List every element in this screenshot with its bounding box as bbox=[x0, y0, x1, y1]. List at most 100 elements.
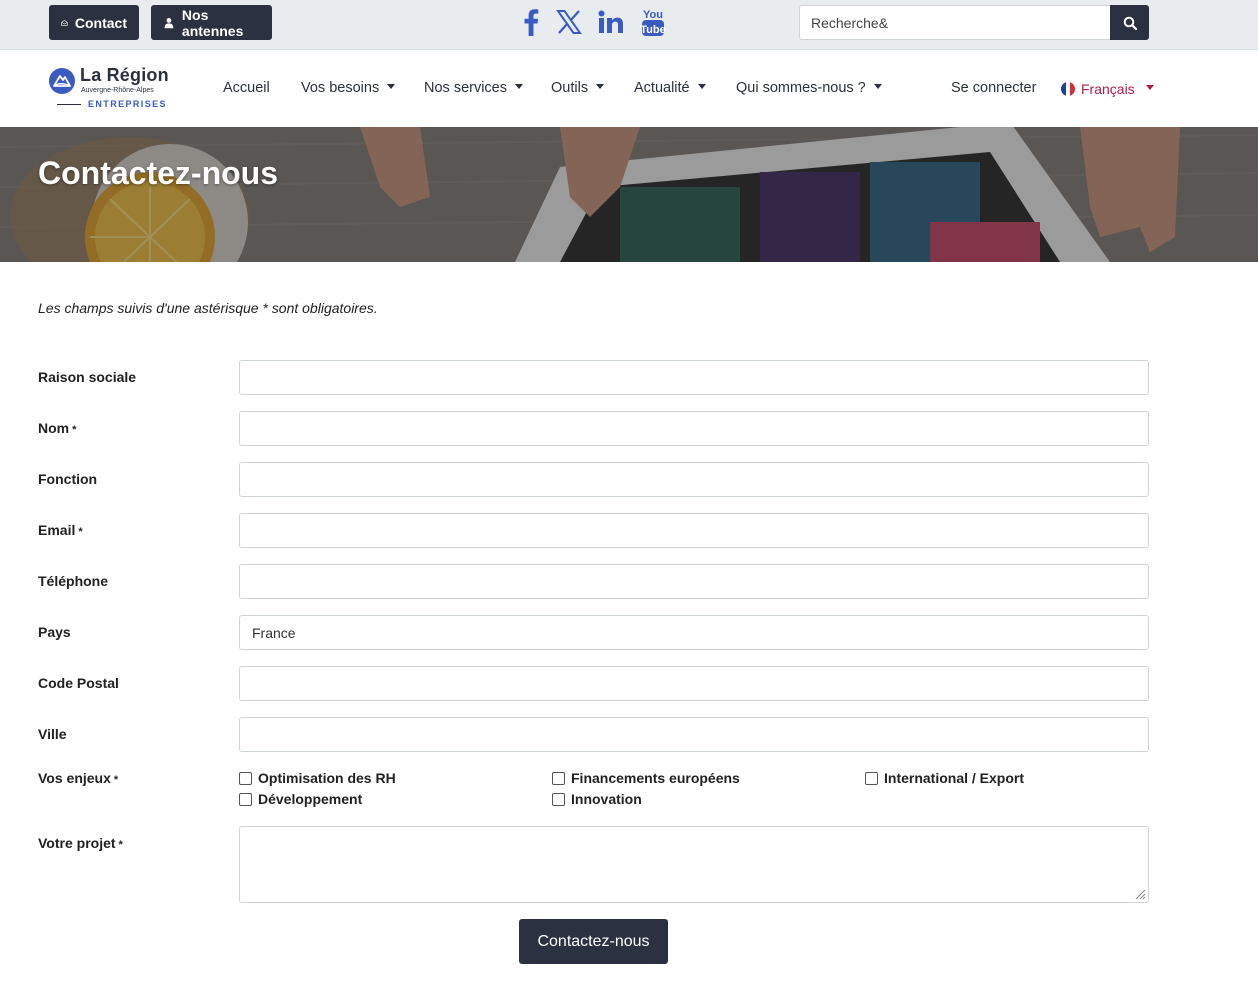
chevron-down-icon bbox=[1145, 84, 1154, 90]
checkbox-label: Optimisation des RH bbox=[258, 770, 396, 786]
label-email: Email * bbox=[38, 522, 83, 538]
search-button[interactable] bbox=[1110, 5, 1149, 40]
label-vos-enjeux: Vos enjeux * bbox=[38, 770, 118, 786]
nav-item-nos-services[interactable]: Nos services bbox=[424, 80, 523, 96]
ville-input[interactable] bbox=[239, 717, 1149, 752]
checkbox-box[interactable] bbox=[552, 771, 565, 785]
chevron-down-icon bbox=[596, 83, 605, 89]
checkbox-label: International / Export bbox=[884, 770, 1025, 786]
required-mark: * bbox=[113, 774, 119, 786]
required-fields-note: Les champs suivis d'une astérisque * son… bbox=[38, 300, 378, 316]
label-pays: Pays bbox=[38, 624, 71, 640]
logo-tagline: ENTREPRISES bbox=[88, 99, 167, 109]
label-text: Code Postal bbox=[38, 675, 119, 691]
checkbox-box[interactable] bbox=[239, 792, 252, 806]
label-code-postal: Code Postal bbox=[38, 675, 119, 691]
search-input[interactable] bbox=[799, 5, 1110, 40]
label-text: Fonction bbox=[38, 471, 98, 487]
nav-item-label: Accueil bbox=[223, 80, 270, 96]
nav-item-label: Vos besoins bbox=[301, 80, 380, 96]
label-text: Vos enjeux bbox=[38, 770, 111, 786]
fonction-input[interactable] bbox=[239, 462, 1149, 497]
label-nom: Nom * bbox=[38, 420, 76, 436]
chevron-down-icon bbox=[515, 83, 523, 89]
label-text: Téléphone bbox=[38, 573, 109, 589]
language-label: Français bbox=[1081, 81, 1135, 97]
svg-text:Tube: Tube bbox=[640, 24, 665, 36]
youtube-link[interactable]: You Tube bbox=[639, 6, 667, 38]
region-logo-mark-icon bbox=[49, 68, 75, 94]
nav-item-qui-sommes-nous[interactable]: Qui sommes-nous ? bbox=[736, 80, 882, 96]
nav-item-label: Actualité bbox=[634, 80, 690, 96]
chevron-down-icon bbox=[387, 83, 396, 89]
nom-input[interactable] bbox=[239, 411, 1149, 446]
label-text: Ville bbox=[38, 726, 67, 742]
label-text: Email bbox=[38, 522, 76, 538]
projet-textarea[interactable] bbox=[239, 826, 1149, 903]
label-text: Votre projet bbox=[38, 835, 116, 851]
checkbox-box[interactable] bbox=[239, 771, 252, 785]
logo-title: La Région bbox=[80, 65, 169, 85]
checkbox-innovation[interactable]: Innovation bbox=[552, 791, 642, 807]
search-icon bbox=[1123, 16, 1137, 30]
antennes-button[interactable]: Nos antennes bbox=[151, 5, 272, 40]
search-bar bbox=[799, 5, 1149, 40]
label-raison-sociale: Raison sociale bbox=[38, 369, 136, 385]
required-mark: * bbox=[78, 526, 83, 538]
envelope-open-icon bbox=[61, 19, 68, 26]
checkbox-label: Innovation bbox=[571, 791, 642, 807]
french-flag-icon bbox=[1061, 82, 1075, 96]
facebook-link[interactable] bbox=[519, 6, 543, 38]
page-banner: Contactez-nous bbox=[0, 127, 1258, 262]
required-mark: * bbox=[118, 839, 123, 851]
region-logo[interactable]: La Région Auvergne-Rhône-Alpes ENTREPRIS… bbox=[48, 65, 170, 113]
code-postal-input[interactable] bbox=[239, 666, 1149, 701]
x-twitter-link[interactable] bbox=[555, 6, 583, 38]
checkbox-label: Développement bbox=[258, 791, 363, 807]
youtube-icon: You Tube bbox=[640, 9, 666, 36]
nav-item-label: Nos services bbox=[424, 80, 507, 96]
checkbox-box[interactable] bbox=[865, 771, 878, 785]
checkbox-box[interactable] bbox=[552, 792, 565, 806]
contact-button[interactable]: Contact bbox=[49, 5, 139, 40]
page-title: Contactez-nous bbox=[38, 155, 278, 191]
user-icon bbox=[164, 17, 174, 28]
logo-divider bbox=[57, 104, 81, 105]
chevron-down-icon bbox=[697, 83, 706, 89]
login-link[interactable]: Se connecter bbox=[951, 80, 1036, 96]
checkbox-label: Financements européens bbox=[571, 770, 740, 786]
nav-item-vos-besoins[interactable]: Vos besoins bbox=[301, 80, 396, 96]
resize-handle-icon[interactable] bbox=[1135, 889, 1146, 900]
email-input[interactable] bbox=[239, 513, 1149, 548]
banner-photo bbox=[0, 127, 1258, 262]
nav-item-actualite[interactable]: Actualité bbox=[634, 80, 706, 96]
facebook-icon bbox=[524, 9, 539, 36]
main-navigation: La Région Auvergne-Rhône-Alpes ENTREPRIS… bbox=[0, 51, 1258, 127]
label-text: Nom bbox=[38, 420, 70, 436]
chevron-down-icon bbox=[873, 83, 882, 89]
checkbox-optimisation-rh[interactable]: Optimisation des RH bbox=[239, 770, 396, 786]
checkbox-developpement[interactable]: Développement bbox=[239, 791, 362, 807]
pays-input[interactable] bbox=[239, 615, 1149, 650]
antennes-button-label: Nos antennes bbox=[181, 6, 244, 39]
linkedin-icon bbox=[598, 10, 623, 33]
label-text: Raison sociale bbox=[38, 369, 137, 385]
language-selector[interactable]: Français bbox=[1061, 81, 1154, 97]
telephone-input[interactable] bbox=[239, 564, 1149, 599]
linkedin-link[interactable] bbox=[597, 6, 625, 38]
logo-subtitle: Auvergne-Rhône-Alpes bbox=[81, 87, 154, 94]
required-mark: * bbox=[72, 424, 77, 436]
raison-sociale-input[interactable] bbox=[239, 360, 1149, 395]
label-votre-projet: Votre projet * bbox=[38, 835, 123, 851]
label-telephone: Téléphone bbox=[38, 573, 108, 589]
checkbox-international-export[interactable]: International / Export bbox=[865, 770, 1024, 786]
submit-button[interactable]: Contactez-nous bbox=[519, 919, 668, 964]
checkbox-financements-europeens[interactable]: Financements européens bbox=[552, 770, 740, 786]
nav-item-label: Qui sommes-nous ? bbox=[736, 80, 866, 96]
nav-item-outils[interactable]: Outils bbox=[551, 80, 605, 96]
contact-button-label: Contact bbox=[74, 14, 127, 31]
nav-item-accueil[interactable]: Accueil bbox=[223, 80, 270, 96]
nav-item-label: Outils bbox=[551, 80, 589, 96]
label-text: Pays bbox=[38, 624, 71, 640]
x-twitter-icon bbox=[556, 10, 582, 34]
